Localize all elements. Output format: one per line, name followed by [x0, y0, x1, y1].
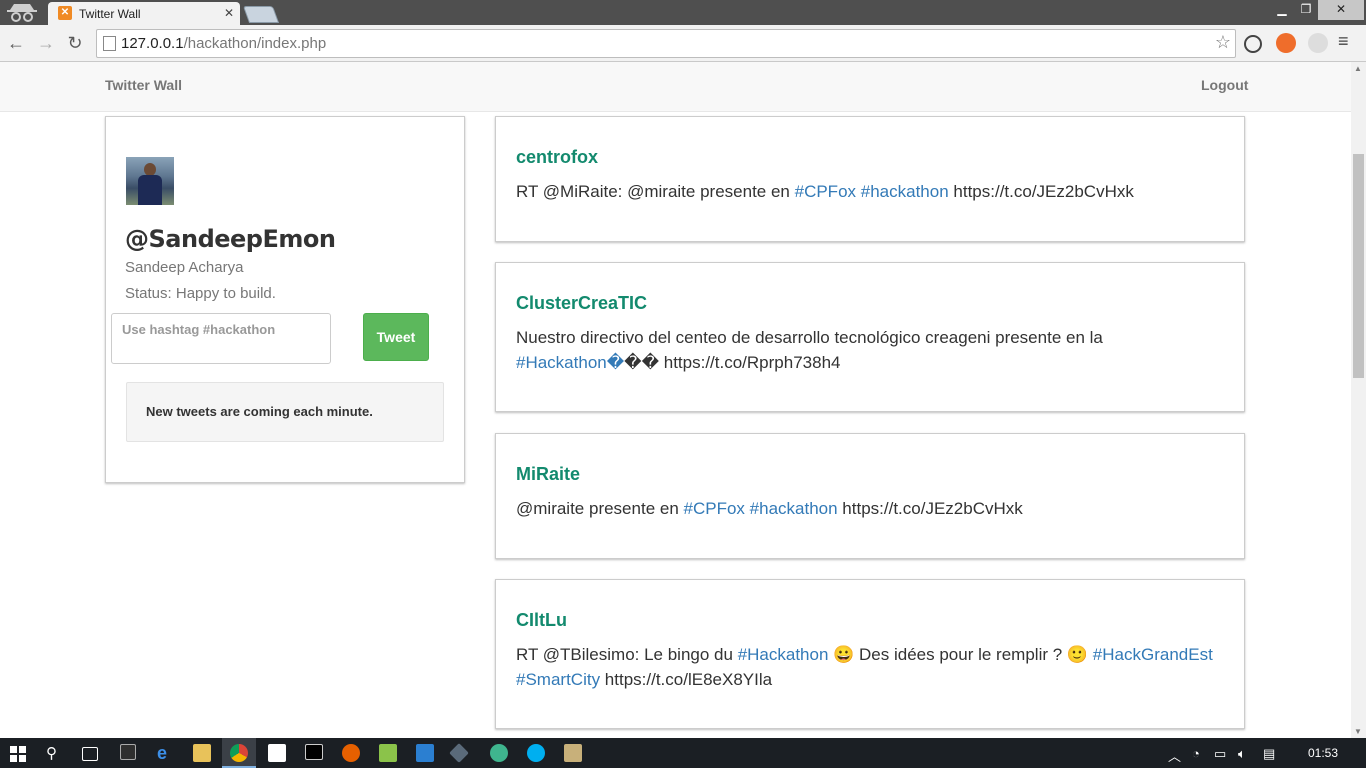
forward-arrow-icon[interactable]: → — [34, 31, 58, 55]
extension-orange-icon[interactable] — [1276, 33, 1296, 53]
xampp-favicon-icon: ✕ — [58, 6, 72, 20]
page-scrollbar[interactable]: ▲ ▼ — [1351, 62, 1366, 738]
tweet-text: @miraite presente en #CPFox #hackathon h… — [516, 499, 1023, 518]
tweet-input[interactable] — [111, 313, 331, 364]
browser-title-bar: ✕ Twitter Wall ✕ ▁ ❐ ✕ — [0, 0, 1366, 25]
search-icon[interactable]: ⚲ — [46, 744, 64, 762]
tab-title: Twitter Wall — [79, 7, 141, 21]
hashtag-link[interactable]: #CPFox — [795, 182, 856, 201]
info-message: New tweets are coming each minute. — [126, 382, 444, 442]
avatar — [126, 157, 174, 205]
close-window-button[interactable]: ✕ — [1318, 0, 1364, 20]
extension-gray-icon[interactable] — [1308, 33, 1328, 53]
command-prompt-icon[interactable] — [305, 744, 323, 760]
new-tab-button[interactable] — [242, 6, 280, 23]
battery-icon[interactable]: ▭ — [1214, 746, 1226, 762]
file-explorer-icon[interactable] — [193, 744, 211, 762]
tweet-button[interactable]: Tweet — [363, 313, 429, 361]
tweet-username[interactable]: MiRaite — [516, 464, 580, 485]
incognito-icon — [4, 1, 40, 23]
volume-icon[interactable]: 🔈︎ — [1238, 746, 1246, 762]
info-text: New tweets are coming each minute. — [146, 404, 373, 419]
profile-status: Status: Happy to build. — [125, 285, 276, 302]
task-view-icon[interactable] — [82, 747, 98, 761]
tweet-card: CIltLu RT @TBilesimo: Le bingo du #Hacka… — [495, 579, 1245, 729]
tweet-card: centrofox RT @MiRaite: @miraite presente… — [495, 116, 1245, 242]
logout-link[interactable]: Logout — [1201, 77, 1248, 93]
tweet-username[interactable]: ClusterCreaTIC — [516, 293, 647, 314]
web-page: Twitter Wall Logout @SandeepEmon Sandeep… — [0, 62, 1351, 738]
bookmark-star-icon[interactable]: ☆ — [1215, 32, 1231, 53]
tweet-username[interactable]: centrofox — [516, 147, 598, 168]
maximize-window-button[interactable]: ❐ — [1294, 0, 1318, 20]
page-icon — [103, 36, 116, 51]
browser-toolbar: ← → ↻ 127.0.0.1/hackathon/index.php ☆ ≡ — [0, 25, 1366, 62]
navbar: Twitter Wall Logout — [0, 62, 1351, 112]
edge-browser-icon[interactable]: e — [157, 743, 175, 763]
extension-sync-icon[interactable] — [1244, 35, 1262, 53]
chrome-icon — [230, 744, 248, 762]
profile-handle: @SandeepEmon — [125, 225, 336, 253]
windows-start-icon[interactable] — [10, 746, 26, 762]
tweet-card: ClusterCreaTIC Nuestro directivo del cen… — [495, 262, 1245, 412]
hashtag-link[interactable]: #hackathon — [861, 182, 949, 201]
hashtag-link[interactable]: #Hackathon� — [516, 353, 624, 372]
taskbar-clock[interactable]: 01:53 — [1308, 746, 1338, 760]
address-bar[interactable]: 127.0.0.1/hackathon/index.php ☆ — [96, 29, 1236, 58]
windows-taskbar: ⚲ e ︿ ◔ ▭ 🔈︎ ▤ 01:53 — [0, 738, 1366, 768]
close-tab-icon[interactable]: ✕ — [224, 6, 234, 20]
hashtag-link[interactable]: #HackGrandEst — [1093, 645, 1213, 664]
brand-link[interactable]: Twitter Wall — [105, 77, 182, 93]
hashtag-link[interactable]: #CPFox — [684, 499, 745, 518]
app-notepad-icon[interactable] — [564, 744, 582, 762]
android-studio-icon[interactable] — [379, 744, 397, 762]
tray-expand-icon[interactable]: ︿ — [1168, 746, 1181, 765]
hashtag-link[interactable]: #SmartCity — [516, 670, 600, 689]
visual-studio-code-icon[interactable] — [416, 744, 434, 762]
scroll-up-arrow-icon[interactable]: ▲ — [1354, 64, 1362, 73]
sourcetree-icon[interactable] — [449, 743, 469, 763]
tweet-text: RT @TBilesimo: Le bingo du #Hackathon 😀 … — [516, 645, 1213, 689]
browser-tab[interactable]: ✕ Twitter Wall ✕ — [48, 2, 240, 25]
firefox-icon[interactable] — [342, 744, 360, 762]
hashtag-link[interactable]: #hackathon — [750, 499, 838, 518]
app-green-icon[interactable] — [490, 744, 508, 762]
scroll-down-arrow-icon[interactable]: ▼ — [1354, 727, 1362, 736]
reload-icon[interactable]: ↻ — [63, 31, 87, 55]
chrome-taskbar-button[interactable] — [222, 738, 256, 768]
profile-panel: @SandeepEmon Sandeep Acharya Status: Hap… — [105, 116, 465, 483]
skype-icon[interactable] — [527, 744, 545, 762]
tweet-text: Nuestro directivo del centeo de desarrol… — [516, 328, 1103, 372]
scrollbar-thumb[interactable] — [1353, 154, 1364, 378]
tweet-text: RT @MiRaite: @miraite presente en #CPFox… — [516, 182, 1134, 201]
wifi-icon[interactable]: ◔ — [1192, 746, 1200, 761]
back-arrow-icon[interactable]: ← — [4, 31, 28, 55]
minimize-window-button[interactable]: ▁ — [1270, 0, 1294, 20]
hashtag-link[interactable]: #Hackathon — [738, 645, 829, 664]
url-text[interactable]: 127.0.0.1/hackathon/index.php — [121, 35, 326, 52]
browser-menu-icon[interactable]: ≡ — [1338, 31, 1349, 52]
profile-name: Sandeep Acharya — [125, 259, 244, 276]
tweet-username[interactable]: CIltLu — [516, 610, 567, 631]
store-icon[interactable] — [268, 744, 286, 762]
calculator-icon[interactable] — [120, 744, 136, 760]
action-center-icon[interactable]: ▤ — [1263, 746, 1275, 762]
tweet-card: MiRaite @miraite presente en #CPFox #hac… — [495, 433, 1245, 559]
